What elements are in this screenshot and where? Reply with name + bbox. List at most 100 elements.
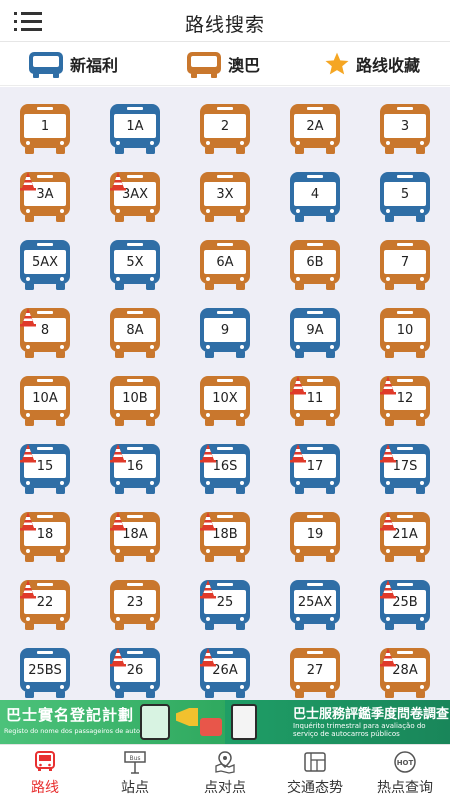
route-button[interactable]: 9A <box>289 307 341 359</box>
route-button[interactable]: 3A <box>19 171 71 223</box>
route-button[interactable]: 2A <box>289 103 341 155</box>
tab-hotspot[interactable]: HOT 热点查询 <box>360 745 450 800</box>
route-number: 25AX <box>297 595 333 610</box>
route-button[interactable]: 6A <box>199 239 251 291</box>
traffic-cone-icon <box>20 580 36 599</box>
route-button[interactable]: 17 <box>289 443 341 495</box>
tab-point-to-point[interactable]: 点对点 <box>180 745 270 800</box>
route-button[interactable]: 19 <box>289 511 341 563</box>
route-button[interactable]: 5 <box>379 171 431 223</box>
route-button[interactable]: 3 <box>379 103 431 155</box>
map-point-icon <box>213 750 237 774</box>
route-number: 7 <box>400 255 410 270</box>
phone-icon <box>140 704 170 740</box>
route-button[interactable]: 4 <box>289 171 341 223</box>
route-button[interactable]: 9 <box>199 307 251 359</box>
route-button[interactable]: 3X <box>199 171 251 223</box>
route-number: 4 <box>310 187 320 202</box>
traffic-icon <box>303 750 327 774</box>
route-button[interactable]: 10A <box>19 375 71 427</box>
route-button[interactable]: 22 <box>19 579 71 631</box>
banner-right-subtitle: Inquérito trimestral para avaliação do s… <box>293 722 426 738</box>
route-button[interactable]: 17S <box>379 443 431 495</box>
route-button[interactable]: 5AX <box>19 239 71 291</box>
route-button[interactable]: 25BS <box>19 647 71 699</box>
route-button[interactable]: 1A <box>109 103 161 155</box>
traffic-cone-icon <box>290 376 306 395</box>
route-button[interactable]: 6B <box>289 239 341 291</box>
banner-registration[interactable]: 巴士實名登記計劃 Registo do nome dos passageiros… <box>0 700 225 744</box>
route-button[interactable]: 27 <box>289 647 341 699</box>
legend-blue-operator[interactable]: 新福利 <box>28 50 118 78</box>
traffic-cone-icon <box>110 172 126 191</box>
route-button[interactable]: 28A <box>379 647 431 699</box>
route-number: 5X <box>126 255 144 270</box>
legend-orange-operator[interactable]: 澳巴 <box>186 50 260 78</box>
route-button[interactable]: 5X <box>109 239 161 291</box>
route-number: 5 <box>400 187 410 202</box>
route-button[interactable]: 15 <box>19 443 71 495</box>
route-button[interactable]: 1 <box>19 103 71 155</box>
route-button[interactable]: 25AX <box>289 579 341 631</box>
route-button[interactable]: 21A <box>379 511 431 563</box>
bus-icon <box>200 718 222 736</box>
legend-label: 路线收藏 <box>356 56 421 75</box>
traffic-cone-icon <box>20 512 36 531</box>
tab-traffic[interactable]: 交通态势 <box>270 745 360 800</box>
route-number: 27 <box>306 663 324 678</box>
route-button[interactable]: 2 <box>199 103 251 155</box>
route-button[interactable]: 25B <box>379 579 431 631</box>
route-button[interactable]: 18 <box>19 511 71 563</box>
route-number: 3X <box>216 187 234 202</box>
bus-stop-icon: Bus <box>123 750 147 774</box>
traffic-cone-icon <box>380 648 396 667</box>
promo-banner[interactable]: 巴士實名登記計劃 Registo do nome dos passageiros… <box>0 700 450 744</box>
traffic-cone-icon <box>380 512 396 531</box>
route-number: 6A <box>216 255 234 270</box>
route-button[interactable]: 8 <box>19 307 71 359</box>
traffic-cone-icon <box>200 580 216 599</box>
traffic-cone-icon <box>200 648 216 667</box>
route-button[interactable]: 18A <box>109 511 161 563</box>
favorites-button[interactable]: 路线收藏 <box>324 50 420 78</box>
route-button[interactable]: 12 <box>379 375 431 427</box>
route-button[interactable]: 16 <box>109 443 161 495</box>
route-number: 25BS <box>28 663 62 678</box>
page-title: 路线搜索 <box>184 14 265 36</box>
route-button[interactable]: 11 <box>289 375 341 427</box>
tab-label: 热点查询 <box>377 780 433 796</box>
route-button[interactable]: 26 <box>109 647 161 699</box>
route-button[interactable]: 3AX <box>109 171 161 223</box>
route-number: 10B <box>122 391 148 406</box>
traffic-cone-icon <box>20 444 36 463</box>
traffic-cone-icon <box>20 172 36 191</box>
route-number: 10 <box>396 323 414 338</box>
route-button[interactable]: 8A <box>109 307 161 359</box>
header-bar: 路线搜索 <box>0 0 450 42</box>
tab-label: 站点 <box>121 780 149 796</box>
tab-label: 路线 <box>31 780 59 796</box>
tab-stops[interactable]: Bus 站点 <box>90 745 180 800</box>
tab-routes[interactable]: 路线 <box>0 745 90 800</box>
route-button[interactable]: 10X <box>199 375 251 427</box>
route-button[interactable]: 25 <box>199 579 251 631</box>
tab-label: 点对点 <box>204 780 246 796</box>
banner-survey[interactable]: 巴士服務評鑑季度問卷調查 Inquérito trimestral para a… <box>225 700 450 744</box>
operator-legend: 新福利 澳巴 路线收藏 <box>0 42 450 86</box>
route-button[interactable]: 23 <box>109 579 161 631</box>
route-button[interactable]: 7 <box>379 239 431 291</box>
route-number: 5AX <box>31 255 59 270</box>
route-button[interactable]: 18B <box>199 511 251 563</box>
route-grid: 1 1A 2 2A 3 3A 3AX 3X 4 5 5AX 5X 6A 6B 7 8 8A 9 9A 10 10A 10B… <box>0 87 450 700</box>
route-number: 3 <box>400 119 410 134</box>
banner-left-subtitle: Registo do nome dos passageiros de autoc… <box>4 727 160 735</box>
route-number: 6B <box>306 255 324 270</box>
traffic-cone-icon <box>110 648 126 667</box>
banner-left-title: 巴士實名登記計劃 <box>6 706 135 724</box>
route-button[interactable]: 10 <box>379 307 431 359</box>
route-button[interactable]: 26A <box>199 647 251 699</box>
route-button[interactable]: 16S <box>199 443 251 495</box>
bus-icon <box>28 51 64 78</box>
traffic-cone-icon <box>200 444 216 463</box>
route-button[interactable]: 10B <box>109 375 161 427</box>
